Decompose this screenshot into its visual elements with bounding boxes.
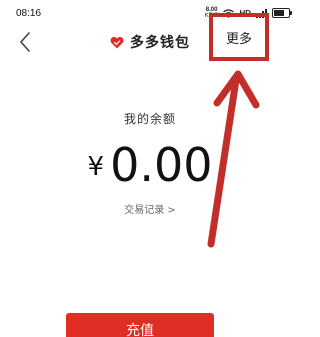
- more-button-label: 更多: [225, 31, 252, 47]
- status-time: 08:16: [16, 8, 42, 19]
- page-title: 多多钱包: [130, 35, 190, 51]
- recharge-button[interactable]: 充值: [66, 313, 214, 337]
- transaction-history-link[interactable]: 交易记录 >: [0, 201, 300, 216]
- heart-icon: [110, 36, 124, 48]
- balance-amount-row: ¥ 0.00: [0, 142, 300, 188]
- balance-label: 我的余额: [123, 112, 176, 126]
- currency-symbol: ¥: [87, 152, 105, 182]
- battery-icon: [272, 8, 292, 18]
- annotation-arrow-head: [213, 70, 260, 109]
- chevron-right-icon: >: [167, 205, 176, 216]
- transaction-history-label: 交易记录: [124, 205, 165, 216]
- balance-amount: 0.00: [110, 138, 213, 192]
- battery-level: [274, 10, 284, 16]
- recharge-button-label: 充值: [126, 323, 154, 337]
- wallet-screen: 08:16 8.00 KB/S HD 多多钱包 更多 我的余额 ¥ 0.00 交…: [0, 0, 300, 337]
- more-button[interactable]: 更多: [209, 13, 269, 61]
